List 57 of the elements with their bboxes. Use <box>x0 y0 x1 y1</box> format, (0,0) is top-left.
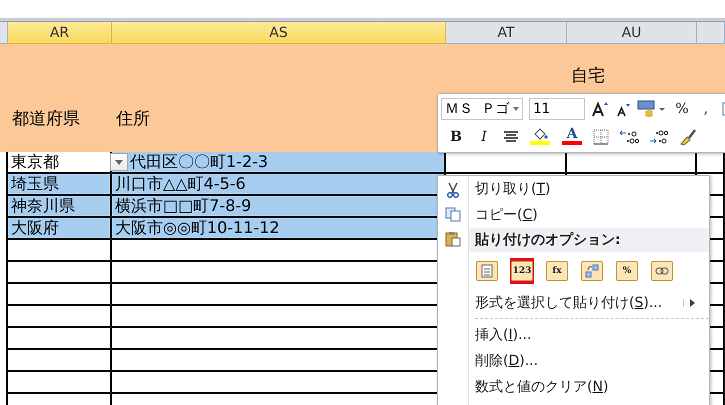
column-header[interactable]: AU <box>567 22 697 44</box>
caret-icon <box>115 160 123 164</box>
decrease-decimal-icon[interactable] <box>649 129 669 145</box>
increase-decimal-icon[interactable] <box>619 129 639 145</box>
borders-icon[interactable] <box>593 129 609 145</box>
column-header[interactable]: AT <box>446 22 567 44</box>
menu-item-label: 挿入(I)... <box>475 326 532 344</box>
submenu-arrow-icon <box>690 299 695 307</box>
currency-icon[interactable] <box>637 100 667 118</box>
header-label: 住所 <box>116 108 150 130</box>
dropdown-button[interactable] <box>110 153 128 171</box>
menu-item-label: 削除(D)... <box>475 352 538 370</box>
table-cell: 代田区〇〇町1-2-3 <box>112 152 446 174</box>
paste-formulas-button[interactable]: fx <box>545 258 569 284</box>
shrink-font-icon[interactable] <box>615 101 631 117</box>
menu-section-header: 貼り付けのオプション: <box>469 228 709 252</box>
copy-icon <box>445 207 461 222</box>
toolbar-button[interactable]: , <box>697 99 715 119</box>
font-size-field[interactable]: 11 <box>529 98 585 120</box>
transpose-button[interactable] <box>580 258 604 284</box>
column-header[interactable]: AS <box>112 22 446 44</box>
font-color-button[interactable]: A <box>561 127 583 147</box>
scissors-icon <box>446 182 460 198</box>
grow-font-icon[interactable] <box>591 100 609 118</box>
fill-color-button[interactable] <box>529 127 551 147</box>
menu-item-label: 数式と値のクリア(N) <box>475 378 608 396</box>
menu-item[interactable]: 切り取り(T) <box>469 176 709 202</box>
paste-values-button[interactable]: 123 <box>510 258 534 284</box>
header-label: 自宅 <box>571 65 605 87</box>
table-cell: 埼玉県 <box>8 174 112 196</box>
paste-link-button[interactable] <box>650 258 674 284</box>
transpose-icon <box>585 264 599 278</box>
table-cell: 大阪府 <box>8 218 112 240</box>
menu-item-label: 切り取り(T) <box>475 180 550 198</box>
caret-icon <box>513 107 519 111</box>
table-cell: 神奈川県 <box>8 196 112 218</box>
menu-item[interactable]: 数式と値のクリア(N) <box>469 374 709 400</box>
table-cell: 川口市△△町4-5-6 <box>112 174 446 196</box>
menu-item-label: 形式を選択して貼り付け(S)... <box>475 294 662 312</box>
clipboard-icon <box>445 231 461 247</box>
toolbar-button[interactable]: % <box>673 99 691 119</box>
column-header[interactable]: AR <box>8 22 112 44</box>
link-icon <box>655 267 669 275</box>
font-name-field[interactable]: ＭＳ Ｐゴ <box>441 98 523 120</box>
menu-item[interactable]: 挿入(I)... <box>469 322 709 348</box>
menu-item[interactable]: 形式を選択して貼り付け(S)... <box>469 290 709 316</box>
paste-formatting-button[interactable]: % <box>615 258 639 284</box>
menu-item[interactable]: コピー(C) <box>469 202 709 228</box>
bold-button[interactable]: B <box>447 127 465 147</box>
menu-item[interactable]: 削除(D)... <box>469 348 709 374</box>
header-label: 都道府県 <box>12 108 80 130</box>
italic-button[interactable]: I <box>475 127 493 147</box>
document-icon <box>481 264 493 278</box>
paste-button[interactable] <box>475 258 499 284</box>
menu-item-label: コピー(C) <box>475 206 538 224</box>
align-center-icon[interactable] <box>503 130 519 144</box>
format-painter-icon[interactable] <box>679 128 697 146</box>
